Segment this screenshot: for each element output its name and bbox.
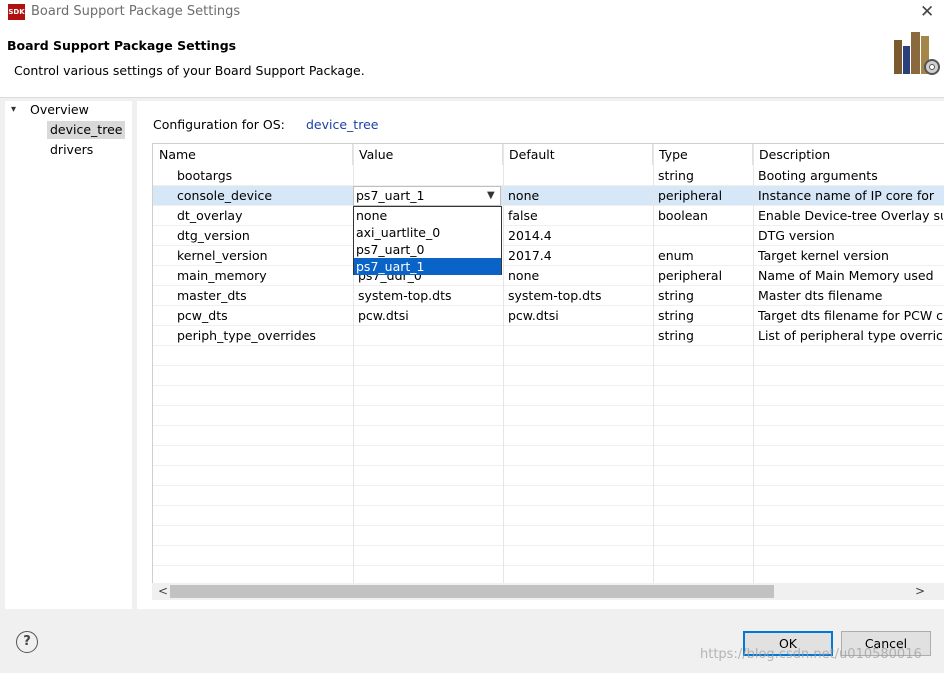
table-row[interactable]	[153, 526, 944, 546]
console-device-dropdown: none axi_uartlite_0 ps7_uart_0 ps7_uart_1	[353, 206, 502, 275]
table-row[interactable]	[153, 406, 944, 426]
table-row[interactable]	[153, 506, 944, 526]
cell-type: string	[658, 288, 694, 303]
cell-name: master_dts	[177, 288, 247, 303]
title-bar: SDK Board Support Package Settings ✕	[0, 0, 944, 24]
books-gear-icon	[894, 32, 940, 75]
tree-item-drivers[interactable]: drivers	[47, 141, 96, 159]
cell-value[interactable]: system-top.dts	[358, 286, 501, 305]
cell-default: 2014.4	[508, 228, 552, 243]
cell-name: kernel_version	[177, 248, 268, 263]
console-device-combo[interactable]: ps7_uart_1 ▼	[353, 186, 501, 206]
cell-description: List of peripheral type overric	[758, 328, 943, 343]
cell-description: Instance name of IP core for	[758, 188, 935, 203]
table-row[interactable]	[153, 386, 944, 406]
dropdown-option[interactable]: ps7_uart_1	[354, 258, 501, 275]
watermark-text: https://blog.csdn.net/u010580016	[700, 647, 922, 662]
table-row[interactable]	[153, 426, 944, 446]
chevron-down-icon[interactable]: ▼	[487, 187, 495, 205]
dropdown-option[interactable]: none	[354, 207, 501, 224]
table-row[interactable]: dtg_version 2014.4 DTG version	[153, 226, 944, 246]
cell-name: pcw_dts	[177, 308, 228, 323]
cell-value[interactable]: pcw.dtsi	[358, 306, 501, 325]
scrollbar-thumb[interactable]	[170, 585, 774, 598]
table-row[interactable]: master_dts system-top.dts system-top.dts st…	[153, 286, 944, 306]
table-row[interactable]	[153, 446, 944, 466]
scroll-left-icon[interactable]: <	[158, 583, 168, 600]
cell-name: periph_type_overrides	[177, 328, 316, 343]
cell-default: none	[508, 268, 540, 283]
settings-tree: ▾ Overview device_tree drivers	[5, 101, 132, 609]
cell-type: boolean	[658, 208, 708, 223]
table-row[interactable]	[153, 546, 944, 566]
cell-type: peripheral	[658, 268, 723, 283]
column-header-default[interactable]: Default	[503, 144, 653, 165]
cell-type: string	[658, 328, 694, 343]
cell-name: dtg_version	[177, 228, 250, 243]
column-header-type[interactable]: Type	[653, 144, 753, 165]
table-row[interactable]: dt_overlay false boolean Enable Device-tree…	[153, 206, 944, 226]
column-divider	[653, 144, 654, 584]
table-row[interactable]	[153, 366, 944, 386]
table-row[interactable]: main_memory ps7_ddr_0 none peripheral Name o…	[153, 266, 944, 286]
table-row[interactable]	[153, 346, 944, 366]
scroll-right-icon[interactable]: >	[915, 583, 925, 600]
table-row[interactable]	[153, 486, 944, 506]
cell-name: bootargs	[177, 168, 233, 183]
cell-name: main_memory	[177, 268, 267, 283]
table-row[interactable]: kernel_version 2017.4 enum Target kernel ve…	[153, 246, 944, 266]
column-divider	[503, 144, 504, 584]
horizontal-scrollbar[interactable]: < >	[152, 583, 944, 600]
table-row[interactable]: pcw_dts pcw.dtsi pcw.dtsi string Target dts …	[153, 306, 944, 326]
tree-item-device-tree[interactable]: device_tree	[47, 121, 126, 139]
cell-default: pcw.dtsi	[508, 308, 559, 323]
help-icon[interactable]: ?	[16, 631, 38, 653]
column-header-value[interactable]: Value	[353, 144, 503, 165]
tree-item-overview[interactable]: Overview	[30, 101, 89, 119]
cell-type: string	[658, 308, 694, 323]
column-header-name[interactable]: Name	[153, 144, 353, 165]
window-title: Board Support Package Settings	[31, 4, 241, 19]
cell-value[interactable]	[358, 326, 501, 345]
cell-default	[508, 326, 651, 345]
header-banner: Board Support Package Settings Control v…	[0, 24, 944, 98]
table-body: bootargs string Booting arguments console_d…	[153, 166, 944, 584]
cell-description: Name of Main Memory used	[758, 268, 934, 283]
cell-type: string	[658, 168, 694, 183]
table-row[interactable]: console_device ps7_uart_1 none peripheral In…	[153, 186, 944, 206]
cell-description: Master dts filename	[758, 288, 883, 303]
cell-type: enum	[658, 248, 694, 263]
config-os-link[interactable]: device_tree	[306, 117, 378, 132]
cell-description: Target dts filename for PCW c	[758, 308, 943, 323]
table-row[interactable]: bootargs string Booting arguments	[153, 166, 944, 186]
cell-description: Booting arguments	[758, 168, 878, 183]
cell-default: 2017.4	[508, 248, 552, 263]
sdk-app-icon: SDK	[8, 4, 25, 20]
close-icon[interactable]: ✕	[920, 2, 934, 22]
cell-description: Enable Device-tree Overlay su	[758, 208, 943, 223]
cell-default: system-top.dts	[508, 288, 602, 303]
cell-value[interactable]	[358, 166, 501, 185]
chevron-down-icon[interactable]: ▾	[11, 101, 16, 119]
cell-default: none	[508, 188, 540, 203]
cell-default: false	[508, 208, 538, 223]
cell-name: dt_overlay	[177, 208, 243, 223]
cell-name: console_device	[177, 188, 273, 203]
dropdown-option[interactable]: ps7_uart_0	[354, 241, 501, 258]
column-divider	[753, 144, 754, 584]
page-subtitle: Control various settings of your Board S…	[14, 63, 365, 78]
dropdown-option[interactable]: axi_uartlite_0	[354, 224, 501, 241]
cell-default	[508, 166, 651, 185]
config-os-label: Configuration for OS:	[153, 117, 285, 132]
cell-type: peripheral	[658, 188, 723, 203]
cell-description: DTG version	[758, 228, 835, 243]
cell-description: Target kernel version	[758, 248, 889, 263]
page-title: Board Support Package Settings	[7, 38, 237, 53]
table-row[interactable]: periph_type_overrides string List of perip…	[153, 326, 944, 346]
column-header-description[interactable]: Description	[753, 144, 944, 165]
table-row[interactable]	[153, 466, 944, 486]
settings-table: Name Value Default Type Description boot…	[152, 143, 944, 585]
cell-type	[658, 226, 751, 245]
combo-value: ps7_uart_1	[356, 188, 425, 203]
